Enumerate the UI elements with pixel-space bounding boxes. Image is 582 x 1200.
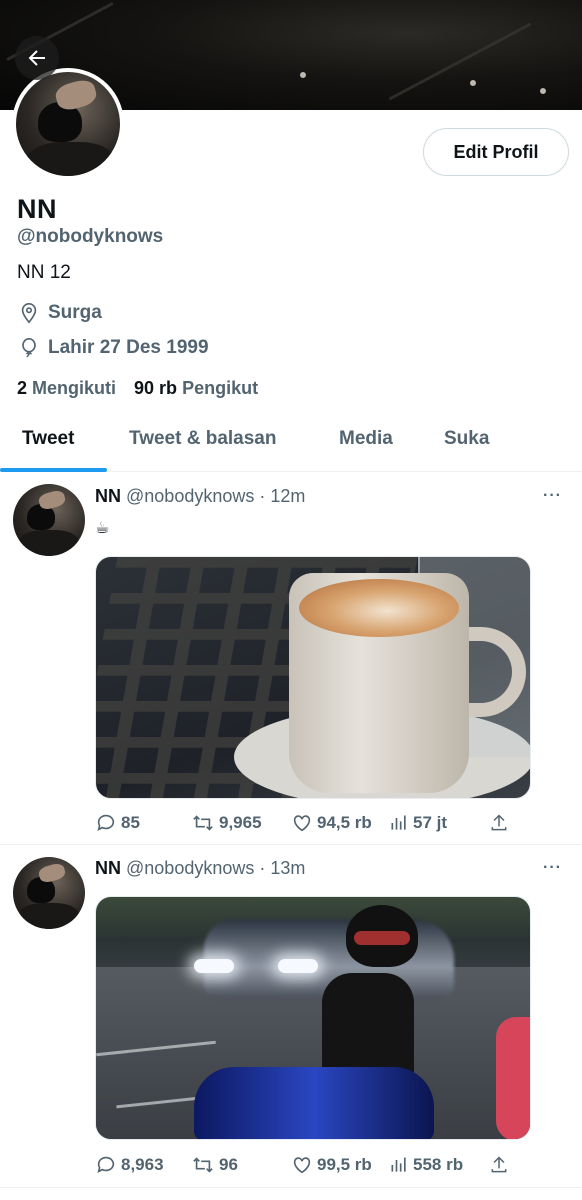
- tweet-header: NN @nobodyknows · 12m: [95, 486, 305, 507]
- follow-stats: 2 Mengikuti 90 rb Pengikut: [17, 378, 258, 399]
- following-count: 2: [17, 378, 28, 398]
- reply-count: 8,963: [121, 1155, 164, 1174]
- banner-detail: [388, 22, 532, 101]
- views-count: 57 jt: [413, 813, 448, 832]
- views-button[interactable]: 558 rb: [389, 1155, 489, 1175]
- share-icon: [489, 813, 509, 833]
- birthday-text: Lahir 27 Des 1999: [48, 337, 209, 358]
- views-count: 558 rb: [413, 1155, 464, 1174]
- tweet-handle-time: @nobodyknows · 12m: [126, 486, 306, 506]
- tweet-image-coffee[interactable]: [95, 556, 531, 799]
- like-button[interactable]: 99,5 rb: [291, 1154, 389, 1176]
- more-options-icon[interactable]: ···: [543, 487, 562, 505]
- tab-media[interactable]: Media: [339, 428, 393, 450]
- edit-profile-button[interactable]: Edit Profil: [423, 128, 569, 176]
- banner-detail: [540, 88, 546, 94]
- profile-avatar[interactable]: [12, 68, 124, 180]
- profile-handle: @nobodyknows: [17, 226, 164, 247]
- profile-tabs: Tweet Tweet & balasan Media Suka: [0, 422, 582, 472]
- profile-location: Surga: [18, 302, 102, 324]
- more-options-icon[interactable]: ···: [543, 859, 562, 877]
- reply-icon: [95, 812, 117, 834]
- tweet-avatar[interactable]: [13, 484, 85, 556]
- retweet-count: 96: [219, 1155, 238, 1174]
- retweet-button[interactable]: 96: [191, 1154, 291, 1176]
- reply-count: 85: [121, 813, 140, 832]
- views-button[interactable]: 57 jt: [389, 813, 489, 833]
- profile-bio: NN 12: [17, 262, 71, 283]
- tweet-actions: 85 9,965 94,5 rb 57 jt: [95, 812, 515, 834]
- share-button[interactable]: [489, 813, 509, 833]
- followers-link[interactable]: 90 rb Pengikut: [134, 378, 258, 399]
- retweet-count: 9,965: [219, 813, 262, 832]
- active-tab-indicator: [0, 468, 107, 472]
- reply-icon: [95, 1154, 117, 1176]
- reply-button[interactable]: 8,963: [95, 1154, 191, 1176]
- banner-detail: [470, 80, 476, 86]
- heart-icon: [291, 1154, 313, 1176]
- tweet-avatar[interactable]: [13, 857, 85, 929]
- tab-likes[interactable]: Suka: [444, 428, 489, 450]
- followers-label: Pengikut: [182, 378, 259, 398]
- share-button[interactable]: [489, 1155, 509, 1175]
- following-label: Mengikuti: [32, 378, 117, 398]
- location-text: Surga: [48, 302, 102, 323]
- heart-icon: [291, 812, 313, 834]
- tweet-author-name[interactable]: NN: [95, 858, 121, 878]
- like-button[interactable]: 94,5 rb: [291, 812, 389, 834]
- banner-detail: [300, 72, 306, 78]
- profile-birthday: Lahir 27 Des 1999: [18, 337, 209, 359]
- retweet-icon: [191, 812, 215, 834]
- tweet-actions: 8,963 96 99,5 rb 558 rb: [95, 1154, 515, 1176]
- tab-tweet-replies[interactable]: Tweet & balasan: [129, 428, 276, 450]
- tweet-text: ☕: [95, 520, 110, 537]
- retweet-button[interactable]: 9,965: [191, 812, 291, 834]
- retweet-icon: [191, 1154, 215, 1176]
- next-tweet-edge: [0, 1188, 582, 1200]
- arrow-left-icon: [25, 46, 49, 70]
- location-pin-icon: [18, 302, 40, 324]
- share-icon: [489, 1155, 509, 1175]
- back-button[interactable]: [15, 36, 59, 80]
- profile-display-name: NN: [17, 194, 57, 224]
- balloon-icon: [18, 337, 40, 359]
- following-link[interactable]: 2 Mengikuti: [17, 378, 116, 399]
- tweet-image-motorcycle[interactable]: [95, 896, 531, 1140]
- reply-button[interactable]: 85: [95, 812, 191, 834]
- tweet-author-name[interactable]: NN: [95, 486, 121, 506]
- like-count: 99,5 rb: [317, 1155, 372, 1174]
- tweet-handle-time: @nobodyknows · 13m: [126, 858, 306, 878]
- like-count: 94,5 rb: [317, 813, 372, 832]
- views-chart-icon: [389, 813, 409, 833]
- tweet-header: NN @nobodyknows · 13m: [95, 858, 305, 879]
- followers-count: 90 rb: [134, 378, 178, 398]
- views-chart-icon: [389, 1155, 409, 1175]
- tab-tweet[interactable]: Tweet: [22, 428, 74, 450]
